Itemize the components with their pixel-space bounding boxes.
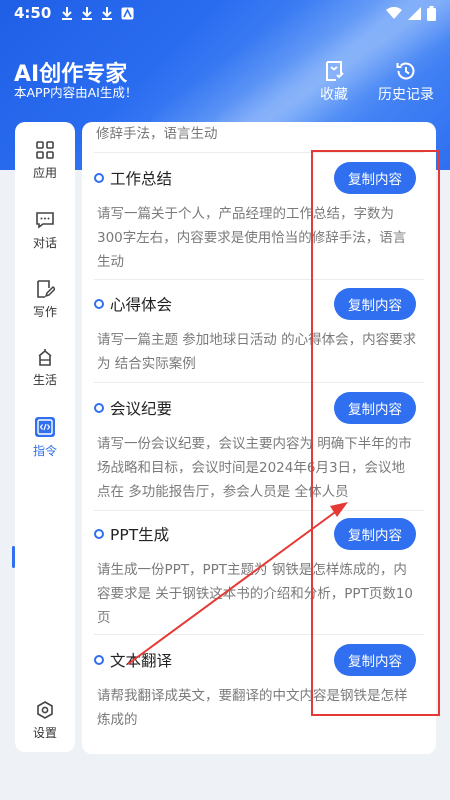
item-description: 请写一篇主题 参加地球日活动 的心得体会，内容要求为 结合实际案例	[97, 332, 417, 372]
sidebar-item-chat[interactable]: 对话	[15, 210, 75, 251]
download-icon	[62, 7, 73, 20]
bullet-icon	[94, 173, 104, 183]
history-label: 历史记录	[378, 87, 434, 103]
sidebar: 应用 对话 写作 生活 指令 设置	[12, 122, 75, 752]
favorites-button[interactable]: 收藏	[320, 60, 348, 104]
sidebar-item-label: 对话	[32, 236, 57, 250]
item-description: 请写一篇关于个人，产品经理的工作总结，字数为300字左右，内容要求是使用恰当的修…	[97, 206, 407, 270]
code-icon	[35, 417, 55, 437]
sidebar-item-label: 应用	[32, 166, 57, 180]
divider	[94, 382, 424, 383]
house-icon	[38, 349, 52, 366]
bullet-icon	[94, 299, 104, 309]
copy-content-button[interactable]: 复制内容	[334, 162, 416, 194]
status-time: 4:50	[14, 4, 52, 22]
list-item: 会议纪要 复制内容 请写一份会议纪要，会议主要内容为 明确下半年的市场战略和目标…	[94, 392, 424, 504]
sidebar-item-writing[interactable]: 写作	[15, 279, 75, 320]
sidebar-item-label: 指令	[32, 444, 57, 458]
item-title: PPT生成	[110, 526, 170, 544]
signal-icon	[408, 6, 421, 20]
sidebar-item-apps[interactable]: 应用	[15, 140, 75, 181]
divider	[94, 279, 424, 280]
grid-icon	[36, 141, 54, 159]
bullet-icon	[94, 655, 104, 665]
item-title: 工作总结	[110, 170, 173, 188]
divider	[94, 152, 424, 153]
list-item: 工作总结 复制内容 请写一篇关于个人，产品经理的工作总结，字数为300字左右，内…	[94, 162, 424, 274]
sidebar-item-label: 设置	[32, 726, 57, 740]
bullet-icon	[94, 529, 104, 539]
item-title: 会议纪要	[110, 400, 173, 418]
bullet-icon	[94, 403, 104, 413]
clipped-description: 修辞手法，语言生动	[96, 126, 218, 142]
copy-content-button[interactable]: 复制内容	[334, 518, 416, 550]
item-description: 请帮我翻译成英文，要翻译的中文内容是钢铁是怎样炼成的	[97, 688, 408, 728]
app-subtitle: 本APP内容由AI生成！	[14, 85, 138, 100]
chat-icon	[36, 212, 54, 229]
item-description: 请写一份会议纪要，会议主要内容为 明确下半年的市场战略和目标，会议时间是2024…	[97, 436, 412, 500]
wifi-icon	[386, 6, 402, 19]
download-icon	[102, 7, 113, 20]
history-icon	[396, 62, 415, 80]
sidebar-item-settings[interactable]: 设置	[15, 700, 75, 741]
list-item: 文本翻译 复制内容 请帮我翻译成英文，要翻译的中文内容是钢铁是怎样炼成的	[94, 644, 424, 732]
notification-icons	[61, 6, 134, 20]
system-icons	[386, 5, 436, 21]
item-description: 请生成一份PPT，PPT主题为 钢铁是怎样炼成的，内容要求是 关于钢铁这本书的介…	[97, 562, 413, 626]
settings-icon	[37, 701, 53, 719]
divider	[94, 510, 424, 511]
app-notification-icon	[121, 7, 134, 19]
active-indicator	[12, 546, 15, 568]
bookmark-icon	[326, 61, 344, 81]
copy-content-button[interactable]: 复制内容	[334, 288, 416, 320]
divider	[94, 634, 424, 635]
sidebar-item-label: 写作	[32, 305, 57, 319]
list-item: 心得体会 复制内容 请写一篇主题 参加地球日活动 的心得体会，内容要求为 结合实…	[94, 288, 424, 376]
edit-icon	[37, 280, 55, 298]
list-item: PPT生成 复制内容 请生成一份PPT，PPT主题为 钢铁是怎样炼成的，内容要求…	[94, 518, 424, 630]
favorites-label: 收藏	[320, 87, 348, 103]
copy-content-button[interactable]: 复制内容	[334, 644, 416, 676]
history-button[interactable]: 历史记录	[378, 60, 434, 104]
sidebar-item-life[interactable]: 生活	[15, 347, 75, 388]
download-icon	[82, 7, 93, 20]
item-title: 文本翻译	[110, 652, 173, 670]
sidebar-item-label: 生活	[32, 373, 57, 387]
status-bar: 4:50	[0, 0, 450, 26]
command-list[interactable]: 修辞手法，语言生动 工作总结 复制内容 请写一篇关于个人，产品经理的工作总结，字…	[82, 122, 436, 754]
item-title: 心得体会	[110, 296, 173, 314]
sidebar-item-commands[interactable]: 指令	[15, 416, 75, 459]
copy-content-button[interactable]: 复制内容	[334, 392, 416, 424]
battery-icon	[427, 5, 436, 21]
